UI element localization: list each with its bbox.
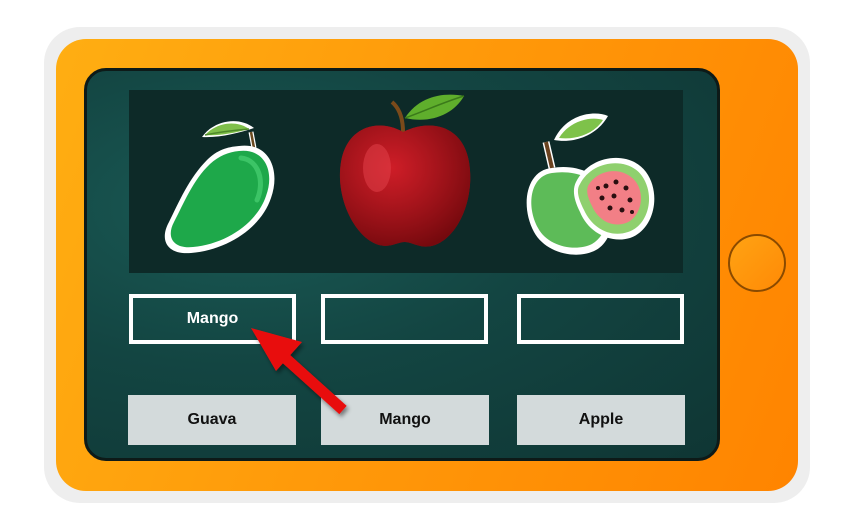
answer-slot-1[interactable]: Mango (129, 294, 296, 344)
answer-slot-3[interactable] (517, 294, 684, 344)
choice-guava-button[interactable]: Guava (128, 395, 296, 445)
answer-slot-2[interactable] (321, 294, 488, 344)
choice-mango-button[interactable]: Mango (321, 395, 489, 445)
apple-image[interactable] (319, 90, 494, 273)
home-button-icon[interactable] (728, 234, 786, 292)
fruit-image-panel (129, 90, 683, 273)
guava-image[interactable] (514, 90, 683, 273)
choice-apple-button[interactable]: Apple (517, 395, 685, 445)
choice-mango-label: Mango (379, 411, 431, 428)
mango-image[interactable] (129, 90, 314, 273)
choice-apple-label: Apple (578, 411, 624, 428)
choice-guava-label: Guava (187, 411, 237, 428)
answer-slot-1-label: Mango (186, 310, 239, 327)
